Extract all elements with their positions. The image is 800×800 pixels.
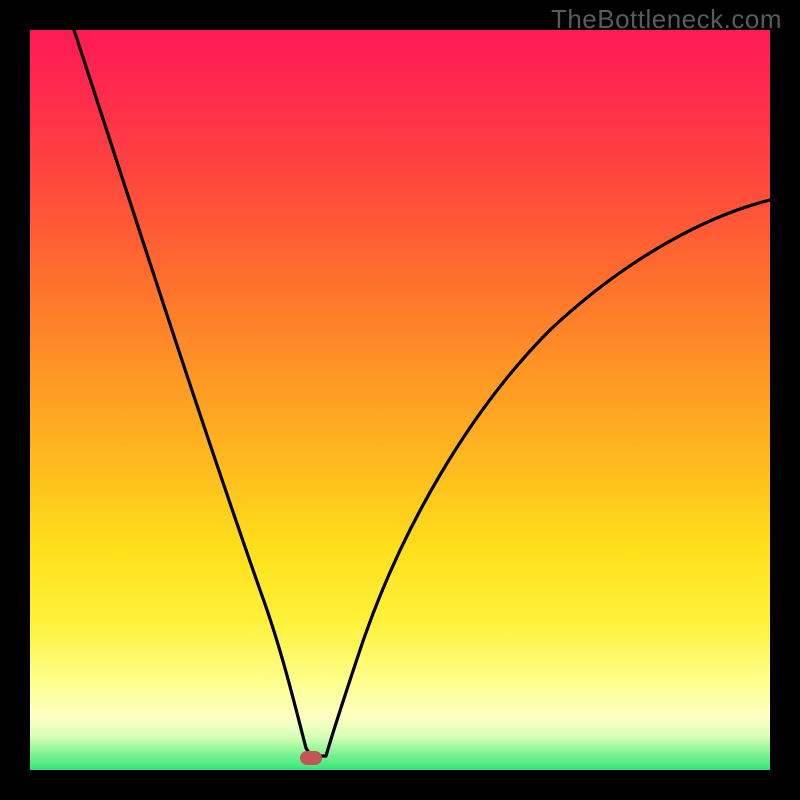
optimal-point-marker [300,751,322,765]
chart-frame: TheBottleneck.com [0,0,800,800]
watermark-text: TheBottleneck.com [551,4,782,35]
bottleneck-curve [30,30,770,770]
plot-area [30,30,770,770]
